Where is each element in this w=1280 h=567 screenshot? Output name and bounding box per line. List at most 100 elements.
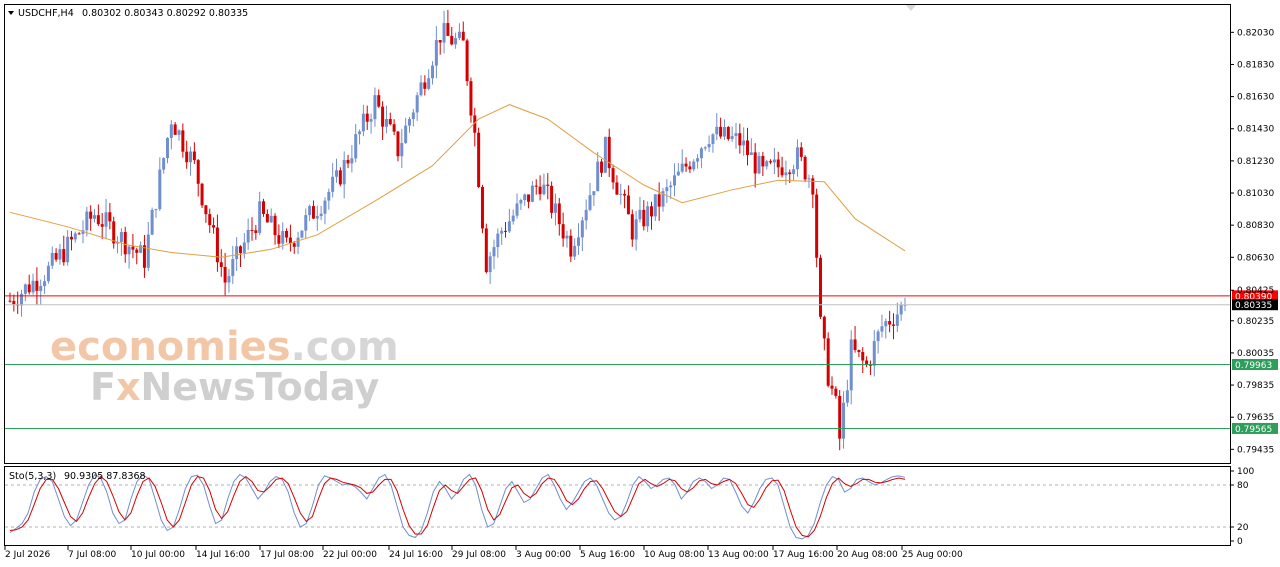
candle-body (688, 166, 692, 170)
candle-body (565, 235, 569, 239)
candle-body (189, 151, 193, 163)
candle-body (96, 215, 100, 225)
candle-body (427, 78, 431, 89)
candle-body (872, 341, 876, 366)
candle-body (623, 193, 627, 196)
candle-body (550, 185, 554, 213)
candle-body (669, 185, 673, 188)
candle-body (523, 194, 527, 201)
candle-body (323, 200, 327, 214)
candle-body (838, 395, 842, 439)
candle-body (603, 136, 607, 173)
candle-body (77, 233, 81, 235)
candle-body (361, 113, 365, 132)
candle-body (707, 143, 711, 148)
candle-body (227, 276, 231, 283)
candle-body (699, 148, 703, 159)
stoch-tick-label: 100 (1237, 467, 1254, 477)
candle-body (204, 205, 208, 215)
candle-body (407, 119, 411, 126)
candle-body (646, 206, 650, 227)
candle-body (104, 212, 108, 227)
candle-body (450, 35, 454, 45)
candle-body (657, 194, 661, 207)
candle-body (246, 229, 250, 243)
candle-body (477, 132, 481, 187)
time-axis: 2 Jul 2026 7 Jul 08:00 10 Jul 00:00 14 Jul … (4, 546, 963, 560)
candle-body (377, 95, 381, 107)
candle-body (269, 215, 273, 223)
candle-body (346, 159, 350, 164)
candle-body (649, 206, 653, 217)
candle-body (250, 229, 254, 231)
candle-body (127, 246, 131, 255)
candle-body (331, 176, 335, 192)
candle-body (784, 172, 788, 176)
candle-body (715, 126, 719, 135)
candle-body (692, 161, 696, 170)
candle-body (746, 140, 750, 155)
header-ohlc: 0.80302 0.80343 0.80292 0.80335 (82, 8, 248, 19)
candle-body (611, 168, 615, 183)
candle-body (262, 201, 266, 214)
candle-body (845, 390, 849, 403)
candle-body (561, 224, 565, 239)
candle-body (519, 200, 523, 204)
candle-body (696, 158, 700, 162)
candle-body (515, 203, 519, 216)
candle-body (411, 112, 415, 120)
candle-body (400, 143, 404, 157)
time-tick-label: 25 Aug 00:00 (902, 550, 963, 560)
candle-body (757, 155, 761, 174)
candle-body (431, 65, 435, 79)
candle-body (46, 265, 50, 282)
candle-body (480, 186, 484, 229)
candle-body (792, 169, 796, 175)
candle-body (530, 185, 534, 202)
candle-body (546, 184, 550, 186)
price-tick-label: 0.80035 (1237, 349, 1274, 359)
candle-body (857, 349, 861, 352)
candle-body (434, 40, 438, 66)
candle-body (738, 133, 742, 146)
candle-body (381, 106, 385, 127)
price-tick-label: 0.80425 (1237, 286, 1274, 296)
price-tag-label: 0.79963 (1235, 361, 1272, 371)
candle-body (43, 281, 47, 287)
candle-body (89, 211, 93, 219)
stoch-tick-label: 0 (1237, 537, 1243, 547)
time-tick-label: 7 Jul 08:00 (68, 550, 117, 560)
candle-body (642, 209, 646, 227)
stoch-tick-label: 20 (1237, 523, 1249, 533)
candle-body (169, 124, 173, 138)
candle-body (212, 225, 216, 228)
candle-body (507, 221, 511, 232)
candle-body (722, 127, 726, 137)
candle-body (534, 185, 538, 187)
candle-body (200, 183, 204, 206)
candle-body (457, 31, 461, 39)
candle-body (373, 95, 377, 120)
candle-body (842, 402, 846, 439)
candle-body (484, 228, 488, 273)
watermark-x: x (116, 365, 141, 409)
price-tick-label: 0.81830 (1237, 60, 1274, 70)
candle-body (273, 215, 277, 236)
candle-body (834, 388, 838, 396)
candle-body (235, 246, 239, 260)
candle-body (135, 249, 139, 253)
price-tick-label: 0.81030 (1237, 189, 1274, 199)
candle-body (888, 321, 892, 325)
candle-body (315, 216, 319, 219)
candle-body (27, 284, 31, 293)
candle-body (392, 124, 396, 132)
candle-body (569, 235, 573, 257)
time-tick-label: 5 Aug 16:00 (580, 550, 635, 560)
candle-body (726, 127, 730, 140)
stoch-indicator-values: 90.9305 87.8368 (64, 471, 146, 482)
candle-body (803, 156, 807, 180)
candle-body (85, 211, 89, 231)
candle-body (208, 214, 212, 226)
candle-body (795, 147, 799, 170)
candle-body (442, 23, 446, 43)
